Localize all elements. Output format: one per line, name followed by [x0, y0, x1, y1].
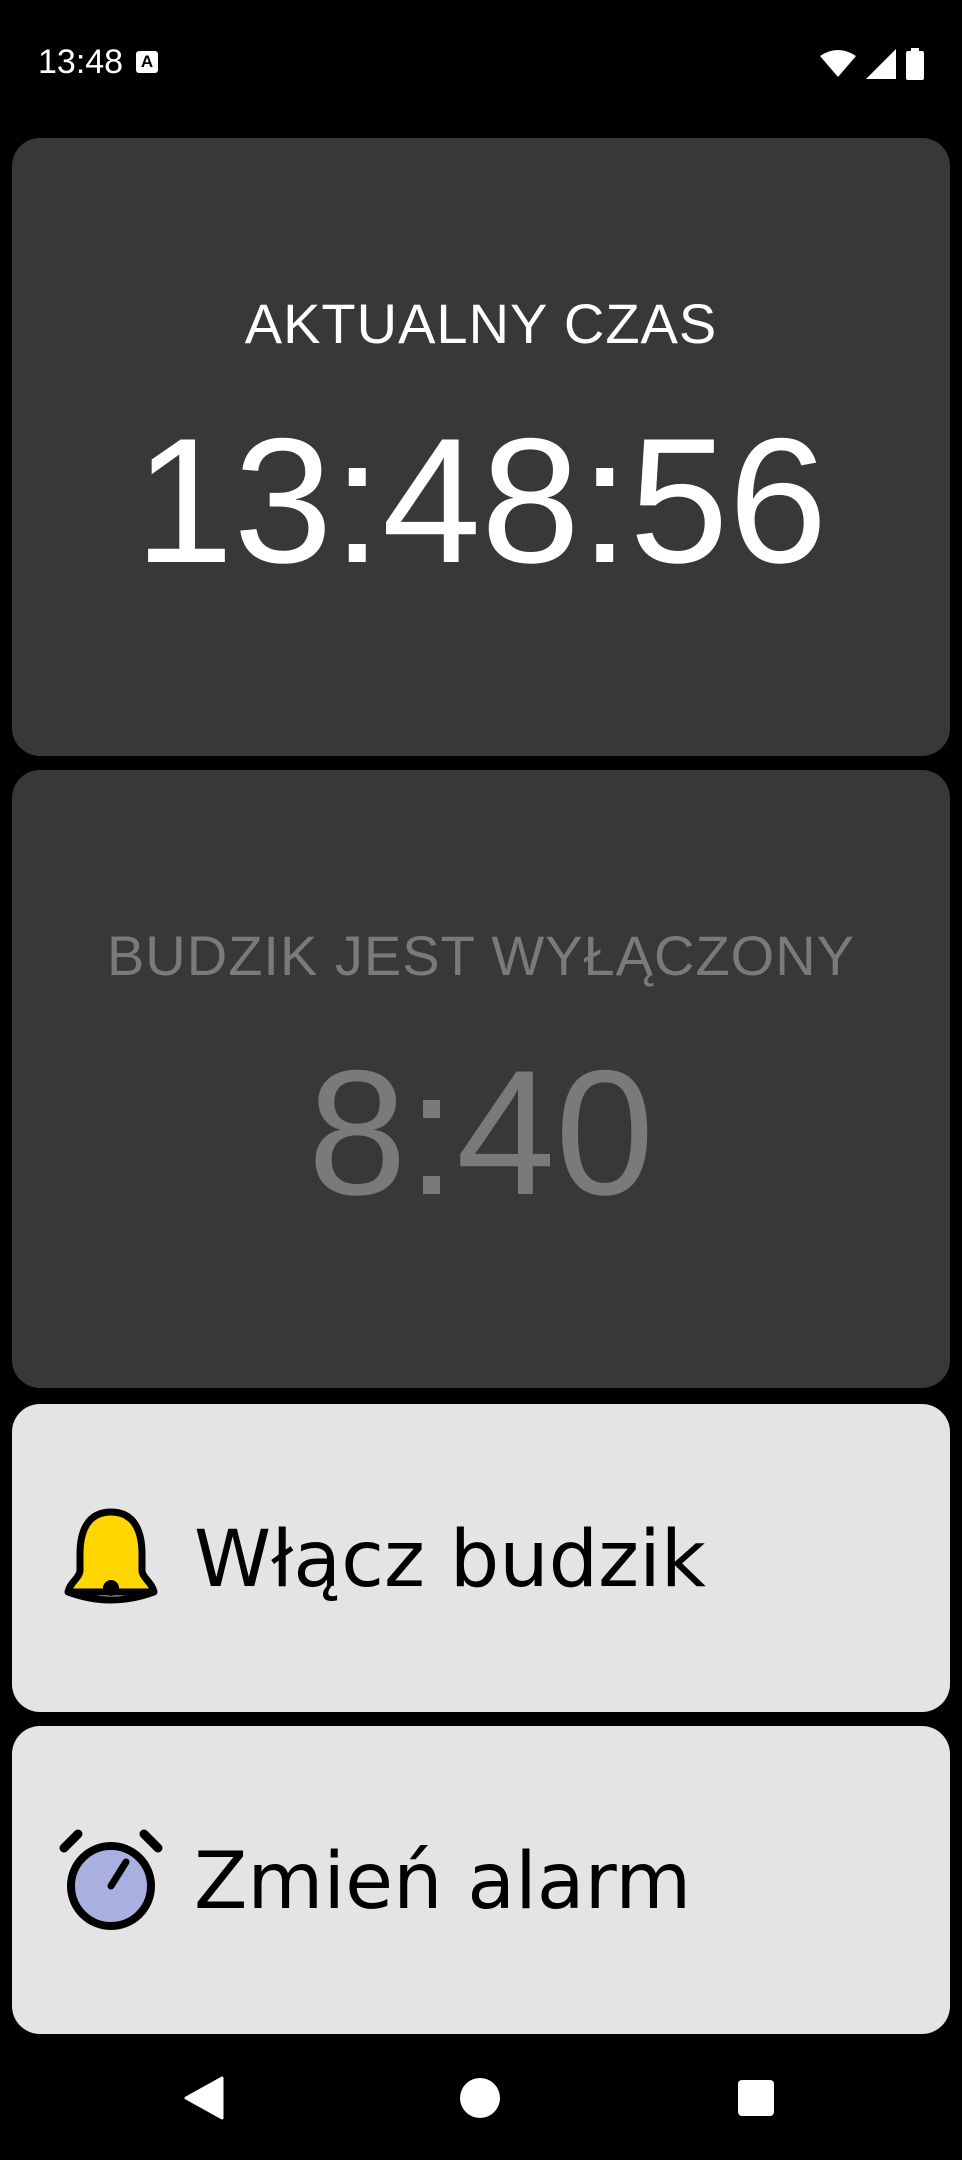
enable-alarm-label: Włącz budzik: [194, 1515, 706, 1605]
recents-icon: [738, 2080, 774, 2116]
navigation-bar: [0, 2040, 962, 2160]
recents-button[interactable]: [716, 2058, 796, 2138]
a-icon: A: [136, 51, 158, 73]
home-button[interactable]: [440, 2058, 520, 2138]
current-time-value: 13:48:56: [134, 401, 828, 600]
bell-icon: [64, 1508, 158, 1604]
status-bar: 13:48 A: [0, 0, 962, 130]
battery-icon: [906, 48, 924, 80]
back-button[interactable]: [164, 2058, 244, 2138]
back-icon: [184, 2076, 224, 2120]
current-time-label: AKTUALNY CZAS: [244, 292, 718, 355]
alarm-status-card: BUDZIK JEST WYŁĄCZONY 8:40: [12, 770, 950, 1388]
enable-alarm-button[interactable]: Włącz budzik: [12, 1404, 950, 1712]
change-alarm-button[interactable]: Zmień alarm: [12, 1726, 950, 2034]
signal-icon: [866, 49, 896, 79]
alarm-status-label: BUDZIK JEST WYŁĄCZONY: [106, 924, 856, 987]
home-icon: [460, 2078, 500, 2118]
wifi-icon: [820, 50, 856, 77]
status-icons: [820, 48, 924, 80]
alarm-clock-icon: [59, 1829, 163, 1930]
alarm-time-value: 8:40: [307, 1033, 655, 1232]
status-time: 13:48: [38, 43, 124, 81]
change-alarm-label: Zmień alarm: [194, 1837, 692, 1927]
current-time-card: AKTUALNY CZAS 13:48:56: [12, 138, 950, 756]
